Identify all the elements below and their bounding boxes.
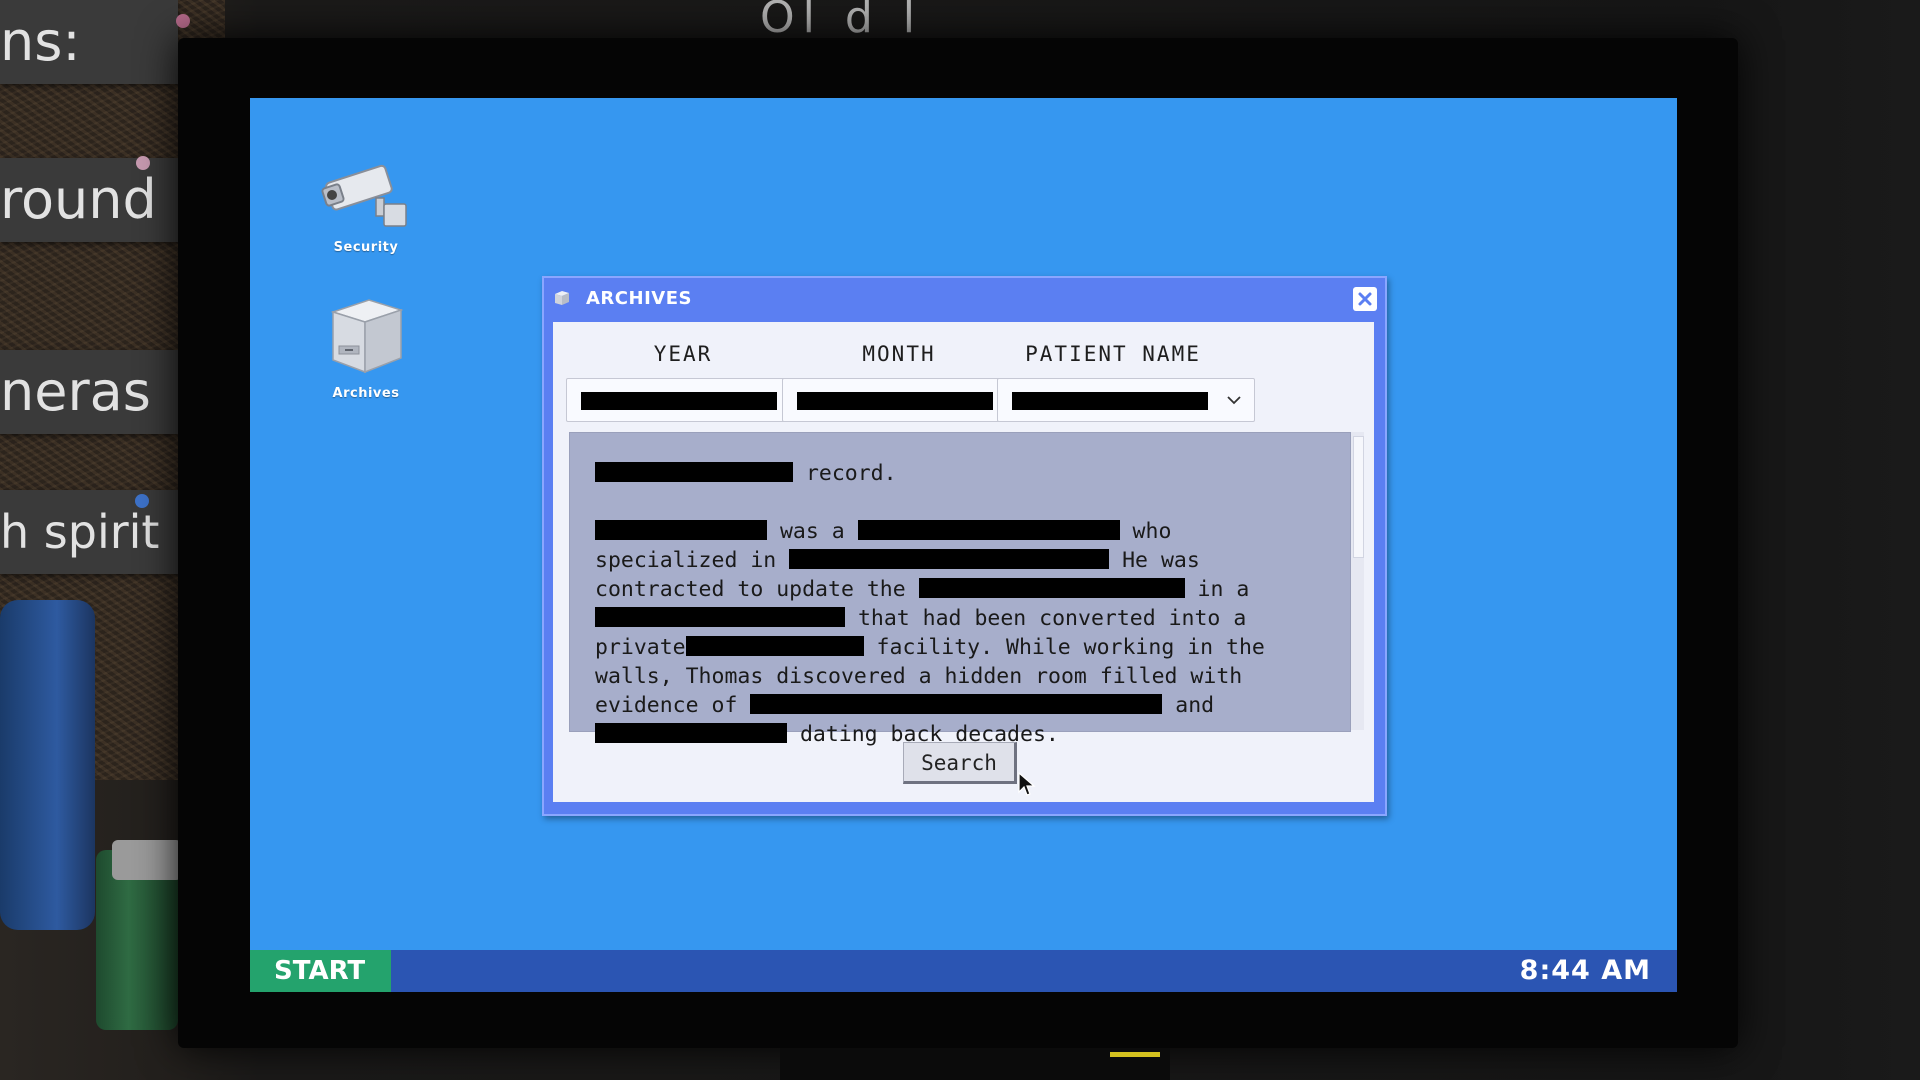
pin-icon <box>135 494 149 508</box>
file-cabinet-icon <box>555 291 569 305</box>
redaction-bar <box>918 578 1185 598</box>
redaction-bar <box>595 520 767 540</box>
desktop-icon-label: Security <box>333 240 399 255</box>
redacted-value <box>1012 392 1208 410</box>
search-button[interactable]: Search <box>903 742 1017 784</box>
patient-name-label: PATIENT NAME <box>1025 342 1201 366</box>
redaction-bar <box>595 723 787 743</box>
corkboard-card-3: neras <box>0 350 178 434</box>
desktop-screen: Security Archives ARCHIVES YEAR MONTH PA… <box>250 98 1677 992</box>
record-text: record. was a who specialized in He was … <box>595 461 1265 747</box>
window-title: ARCHIVES <box>586 288 692 309</box>
window-body: YEAR MONTH PATIENT NAME record. was a wh… <box>553 322 1374 802</box>
redaction-bar <box>595 607 845 627</box>
patient-name-dropdown[interactable] <box>997 378 1255 422</box>
top-bleed-text: Ol d l <box>760 0 923 43</box>
redaction-bar <box>685 636 864 656</box>
desktop-icon-label: Archives <box>332 386 400 401</box>
desktop-icon-security[interactable]: Security <box>306 158 426 255</box>
desktop-icon-archives[interactable]: Archives <box>306 294 426 401</box>
pin-icon <box>136 156 150 170</box>
archives-window: ARCHIVES YEAR MONTH PATIENT NAME record.… <box>542 276 1387 816</box>
redacted-value <box>797 392 993 410</box>
blue-device <box>0 600 95 930</box>
taskbar: START 8:44 AM <box>250 950 1677 992</box>
corkboard-card-1: ns: <box>0 0 178 84</box>
scrollbar-thumb[interactable] <box>1353 436 1364 558</box>
pill-bottle-cap <box>112 840 182 880</box>
scrollbar[interactable] <box>1351 432 1364 730</box>
redaction-bar <box>789 549 1110 569</box>
mouse-cursor-icon <box>1018 772 1036 796</box>
file-cabinet-icon <box>330 299 404 374</box>
redaction-bar <box>750 694 1163 714</box>
pin-icon <box>176 14 190 28</box>
security-camera-icon <box>321 164 407 227</box>
record-text-area[interactable]: record. was a who specialized in He was … <box>569 432 1351 747</box>
redaction-bar <box>595 462 793 482</box>
chevron-down-icon <box>1227 396 1241 405</box>
corkboard-card-2: round <box>0 158 178 242</box>
stand-light <box>1110 1052 1160 1057</box>
window-titlebar[interactable]: ARCHIVES <box>544 278 1385 318</box>
redaction-bar <box>857 520 1120 540</box>
start-button[interactable]: START <box>250 950 391 992</box>
corkboard-card-4: h spirit <box>0 490 178 574</box>
close-icon <box>1358 292 1372 306</box>
redacted-value <box>581 392 777 410</box>
close-button[interactable] <box>1353 287 1377 311</box>
taskbar-clock: 8:44 AM <box>1519 955 1651 986</box>
